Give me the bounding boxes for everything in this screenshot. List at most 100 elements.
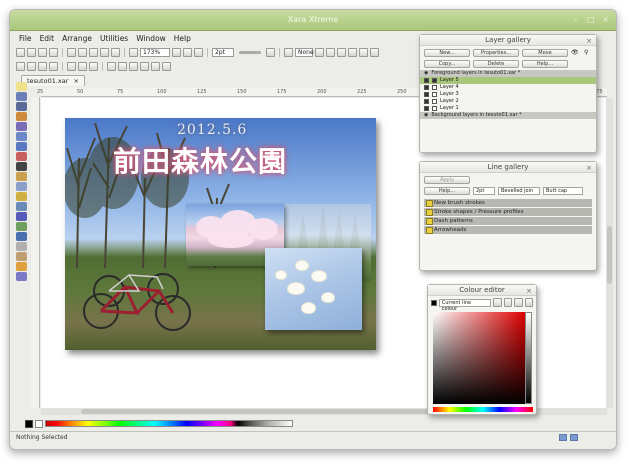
- snap-icon[interactable]: [337, 47, 346, 57]
- select-inside-icon[interactable]: [16, 61, 25, 71]
- title-bar[interactable]: Xara Xtreme – □ ×: [10, 10, 616, 31]
- redo-icon[interactable]: [111, 47, 120, 57]
- bitmap-icon[interactable]: [359, 47, 368, 57]
- eye-icon[interactable]: 👁: [571, 49, 581, 57]
- menu-window[interactable]: Window: [135, 34, 167, 43]
- colour-library-icon[interactable]: [503, 298, 513, 307]
- layer-locked-checkbox[interactable]: [432, 99, 437, 104]
- shadow-tool-icon[interactable]: [16, 232, 27, 241]
- bevel-tool-icon[interactable]: [16, 222, 27, 231]
- flip-horizontal-icon[interactable]: [129, 61, 138, 71]
- snap-status-icon[interactable]: [559, 434, 567, 441]
- menu-help[interactable]: Help: [173, 34, 192, 43]
- import-icon[interactable]: [49, 47, 58, 57]
- line-width-field[interactable]: 2pt: [212, 47, 234, 57]
- layer-locked-checkbox[interactable]: [432, 92, 437, 97]
- layer-row-2[interactable]: Layer 2: [420, 98, 596, 105]
- list-item[interactable]: Stroke shapes / Pressure profiles: [424, 208, 592, 216]
- zoom-page-icon[interactable]: [183, 47, 192, 57]
- layer-locked-checkbox[interactable]: [432, 85, 437, 90]
- bring-front-icon[interactable]: [78, 61, 87, 71]
- artwork-photo[interactable]: 2012.5.6 前田森林公園: [65, 118, 376, 350]
- layer-visible-checkbox[interactable]: [424, 78, 429, 83]
- rotate-handles-icon[interactable]: [27, 61, 36, 71]
- foreground-layers-group[interactable]: ◉ Foreground layers in tesuto01.xar *: [420, 70, 596, 77]
- line-apply-button[interactable]: Apply: [424, 176, 470, 184]
- menu-arrange[interactable]: Arrange: [61, 34, 93, 43]
- zoom-field[interactable]: 173%: [140, 47, 170, 57]
- new-document-icon[interactable]: [16, 47, 25, 57]
- cut-icon[interactable]: [67, 47, 76, 57]
- line-width-dropdown[interactable]: 2pt: [473, 187, 495, 195]
- eye-icon[interactable]: ◉: [424, 112, 428, 119]
- maximize-icon[interactable]: □: [586, 15, 595, 24]
- list-item[interactable]: Arrowheads: [424, 226, 592, 234]
- cap-type-dropdown[interactable]: Butt cap: [543, 187, 583, 195]
- ungroup-icon[interactable]: [118, 61, 127, 71]
- layer-row-3[interactable]: Layer 3: [420, 91, 596, 98]
- zoom-icon[interactable]: [129, 47, 138, 57]
- line-colour-icon[interactable]: [284, 47, 293, 57]
- colour-saturation-field[interactable]: [433, 312, 525, 404]
- layer-visible-checkbox[interactable]: [424, 106, 429, 111]
- bounds-icon[interactable]: [38, 61, 47, 71]
- layer-copy-button[interactable]: Copy...: [424, 60, 470, 68]
- vertical-scrollbar[interactable]: [606, 98, 613, 408]
- colour-picker-icon[interactable]: [514, 298, 523, 307]
- layer-properties-button[interactable]: Properties...: [473, 49, 519, 57]
- vertical-ruler[interactable]: [31, 97, 40, 408]
- no-colour-swatch[interactable]: [25, 419, 33, 428]
- colour-editor-title[interactable]: Colour editor ×: [428, 285, 536, 296]
- colour-context-dropdown[interactable]: Current line colour: [438, 298, 492, 312]
- colour-hue-slider[interactable]: [433, 407, 533, 412]
- vertical-scroll-thumb[interactable]: [607, 226, 612, 284]
- eye-icon[interactable]: ◉: [424, 70, 428, 77]
- list-item[interactable]: New brush strokes: [424, 199, 592, 207]
- paste-icon[interactable]: [89, 47, 98, 57]
- close-icon[interactable]: ×: [586, 36, 592, 47]
- send-back-icon[interactable]: [89, 61, 98, 71]
- horizontal-scroll-thumb[interactable]: [81, 409, 441, 414]
- mould-tool-icon[interactable]: [16, 202, 27, 211]
- line-gallery-title[interactable]: Line gallery ×: [420, 162, 596, 173]
- layer-row-5[interactable]: Layer 5: [420, 77, 596, 84]
- open-icon[interactable]: [27, 47, 36, 57]
- text-tool-icon[interactable]: [16, 162, 27, 171]
- push-pan-tool-icon[interactable]: [16, 262, 27, 271]
- shape-editor-tool-icon[interactable]: [16, 102, 27, 111]
- layer-visible-checkbox[interactable]: [424, 92, 429, 97]
- scale-lines-icon[interactable]: [162, 61, 171, 71]
- close-tab-icon[interactable]: ×: [74, 77, 79, 85]
- layer-visible-checkbox[interactable]: [424, 99, 429, 104]
- rectangle-tool-icon[interactable]: [16, 132, 27, 141]
- menu-file[interactable]: File: [18, 34, 33, 43]
- push-tool-icon[interactable]: [16, 122, 27, 131]
- zoom-drawing-icon[interactable]: [194, 47, 203, 57]
- layer-row-1[interactable]: Layer 1: [420, 105, 596, 112]
- blend-tool-icon[interactable]: [16, 192, 27, 201]
- layer-visible-checkbox[interactable]: [424, 85, 429, 90]
- layer-locked-checkbox[interactable]: [432, 78, 437, 83]
- group-icon[interactable]: [107, 61, 116, 71]
- colour-strip[interactable]: [45, 420, 293, 427]
- transparency-icon[interactable]: [266, 47, 275, 57]
- live-effects-tool-icon[interactable]: [16, 242, 27, 251]
- layer-delete-button[interactable]: Delete: [473, 60, 519, 68]
- view-icon[interactable]: [348, 47, 357, 57]
- magnolia-inset-photo[interactable]: [265, 248, 362, 330]
- menu-edit[interactable]: Edit: [39, 34, 56, 43]
- contour-tool-icon[interactable]: [16, 212, 27, 221]
- options-icon[interactable]: [370, 47, 379, 57]
- layer-gallery-title[interactable]: Layer gallery ×: [420, 35, 596, 46]
- menu-utilities[interactable]: Utilities: [99, 34, 129, 43]
- line-help-button[interactable]: Help...: [424, 187, 470, 195]
- save-icon[interactable]: [38, 47, 47, 57]
- artwork-title-text[interactable]: 前田森林公園: [113, 140, 287, 180]
- lock-icon[interactable]: ⚲: [584, 49, 594, 57]
- close-icon[interactable]: ×: [601, 15, 610, 24]
- quickshape-tool-icon[interactable]: [16, 152, 27, 161]
- align-icon[interactable]: [67, 61, 76, 71]
- transparency-tool-icon[interactable]: [16, 182, 27, 191]
- copy-icon[interactable]: [78, 47, 87, 57]
- undo-icon[interactable]: [100, 47, 109, 57]
